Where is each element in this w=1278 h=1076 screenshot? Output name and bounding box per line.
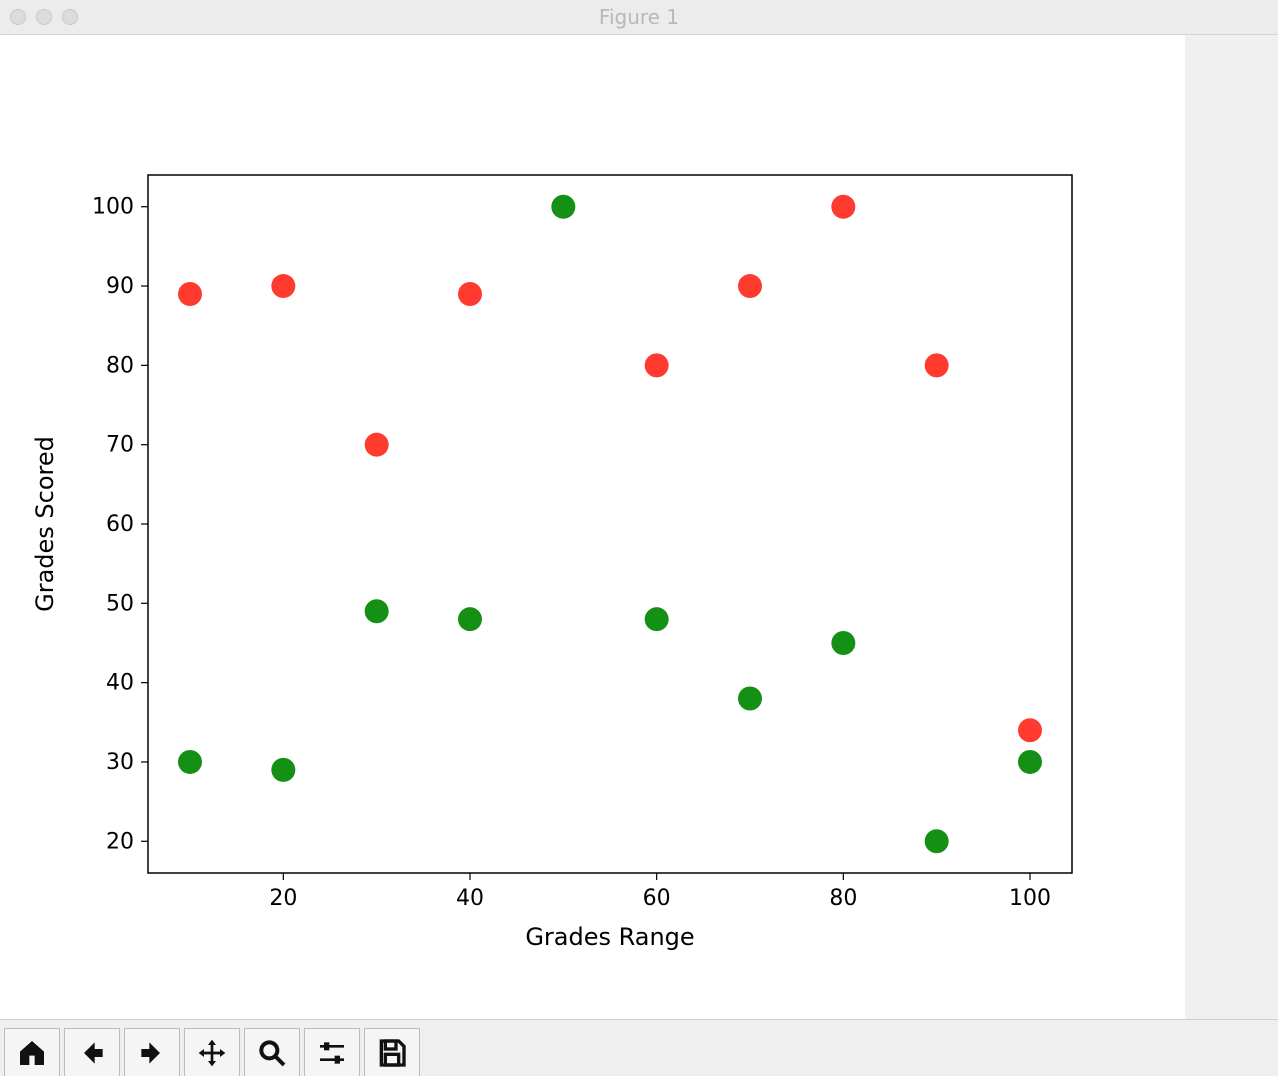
save-button[interactable] xyxy=(364,1028,420,1076)
y-tick-label: 20 xyxy=(106,829,134,854)
scatter-point-red xyxy=(271,274,295,298)
y-tick-label: 30 xyxy=(106,750,134,775)
scatter-point-green xyxy=(831,631,855,655)
figure-canvas[interactable]: 20 40 60 80 100 20 30 40 50 60 70 80 90 100 Grades R… xyxy=(0,35,1185,1019)
close-window-button[interactable] xyxy=(10,9,26,25)
back-button[interactable] xyxy=(64,1028,120,1076)
scatter-point-green xyxy=(925,829,949,853)
window-titlebar: Figure 1 xyxy=(0,0,1278,35)
sliders-icon xyxy=(316,1037,348,1069)
scatter-point-red xyxy=(178,282,202,306)
maximize-window-button[interactable] xyxy=(62,9,78,25)
x-tick-label: 60 xyxy=(643,886,671,911)
y-tick-label: 60 xyxy=(106,512,134,537)
scatter-point-red xyxy=(831,195,855,219)
scatter-point-green xyxy=(738,687,762,711)
y-tick-label: 90 xyxy=(106,274,134,299)
y-tick-label: 100 xyxy=(92,195,134,220)
y-tick-label: 40 xyxy=(106,671,134,696)
scatter-point-red xyxy=(458,282,482,306)
arrow-right-icon xyxy=(136,1037,168,1069)
scatter-point-green xyxy=(271,758,295,782)
y-tick-label: 50 xyxy=(106,591,134,616)
x-tick-label: 20 xyxy=(269,886,297,911)
scatter-point-green xyxy=(645,607,669,631)
scatter-point-red xyxy=(645,353,669,377)
forward-button[interactable] xyxy=(124,1028,180,1076)
home-button[interactable] xyxy=(4,1028,60,1076)
scatter-point-green xyxy=(551,195,575,219)
scatter-point-red xyxy=(925,353,949,377)
scatter-plot: 20 40 60 80 100 20 30 40 50 60 70 80 90 100 Grades R… xyxy=(0,35,1185,1019)
minimize-window-button[interactable] xyxy=(36,9,52,25)
window-title: Figure 1 xyxy=(599,5,679,29)
y-tick-label: 70 xyxy=(106,433,134,458)
scatter-point-green xyxy=(178,750,202,774)
move-icon xyxy=(196,1037,228,1069)
scatter-point-red xyxy=(365,433,389,457)
scatter-point-green xyxy=(1018,750,1042,774)
home-icon xyxy=(16,1037,48,1069)
x-tick-label: 100 xyxy=(1009,886,1051,911)
save-icon xyxy=(376,1037,408,1069)
scatter-point-green xyxy=(365,599,389,623)
y-axis-label: Grades Scored xyxy=(31,436,59,612)
zoom-icon xyxy=(256,1037,288,1069)
x-tick-label: 40 xyxy=(456,886,484,911)
arrow-left-icon xyxy=(76,1037,108,1069)
scatter-point-red xyxy=(1018,718,1042,742)
traffic-lights xyxy=(10,9,78,25)
x-axis-label: Grades Range xyxy=(525,923,694,951)
matplotlib-toolbar xyxy=(0,1019,1278,1076)
pan-button[interactable] xyxy=(184,1028,240,1076)
scatter-point-green xyxy=(458,607,482,631)
y-tick-label: 80 xyxy=(106,353,134,378)
subplots-button[interactable] xyxy=(304,1028,360,1076)
zoom-button[interactable] xyxy=(244,1028,300,1076)
x-tick-label: 80 xyxy=(829,886,857,911)
scatter-point-red xyxy=(738,274,762,298)
